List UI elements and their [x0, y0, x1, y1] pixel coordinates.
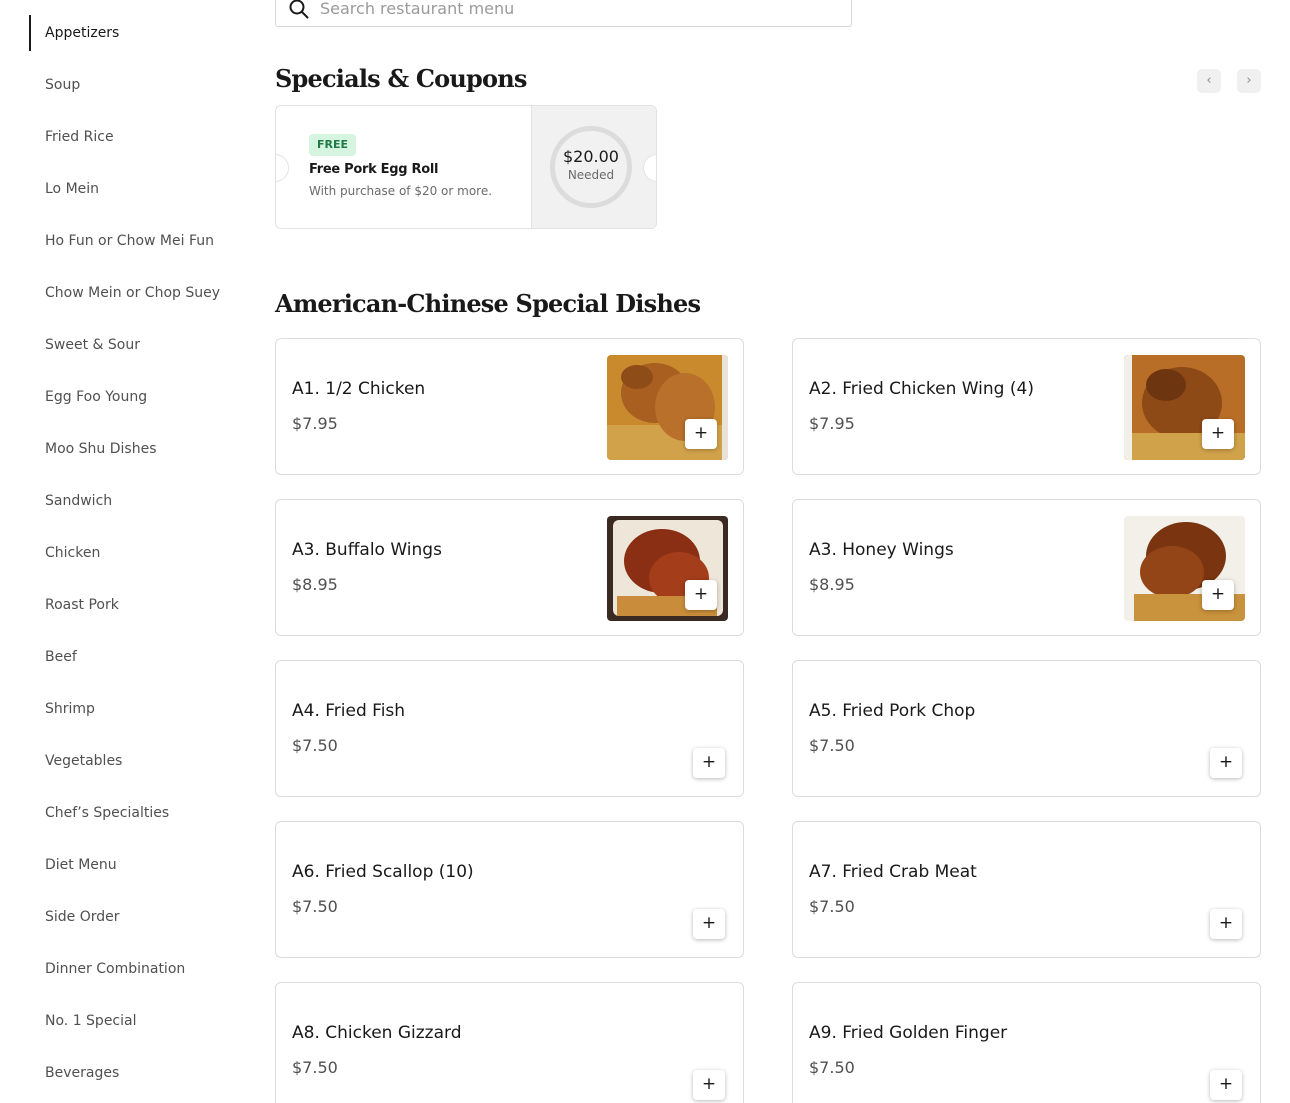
section-title: American-Chinese Special Dishes	[275, 289, 701, 318]
add-item-button[interactable]: +	[685, 580, 717, 610]
menu-item-name: A9. Fried Golden Finger	[809, 1023, 1008, 1043]
menu-item-card[interactable]: A9. Fried Golden Finger $7.50 +	[792, 982, 1261, 1103]
sidebar-item-roast-pork[interactable]: Roast Pork	[29, 587, 119, 623]
add-item-button[interactable]: +	[1210, 748, 1242, 778]
menu-item-price: $7.50	[809, 736, 855, 755]
menu-item-card[interactable]: A2. Fried Chicken Wing (4) $7.95 +	[792, 338, 1261, 475]
menu-item-price: $7.50	[292, 897, 338, 916]
sidebar-item-shrimp[interactable]: Shrimp	[29, 691, 95, 727]
add-item-button[interactable]: +	[1210, 1070, 1242, 1100]
sidebar-item-diet-menu[interactable]: Diet Menu	[29, 847, 117, 883]
menu-item-price: $7.95	[292, 414, 338, 433]
sidebar-item-moo-shu[interactable]: Moo Shu Dishes	[29, 431, 157, 467]
sidebar-item-side-order[interactable]: Side Order	[29, 899, 120, 935]
menu-item-price: $8.95	[809, 575, 855, 594]
chevron-right-icon: ›	[1246, 73, 1252, 88]
menu-item-card[interactable]: A8. Chicken Gizzard $7.50 +	[275, 982, 744, 1103]
menu-page: Appetizers Soup Fried Rice Lo Mein Ho Fu…	[0, 0, 1290, 1103]
menu-item-name: A8. Chicken Gizzard	[292, 1023, 462, 1043]
menu-item-card[interactable]: A3. Buffalo Wings $8.95 +	[275, 499, 744, 636]
coupon-description: With purchase of $20 or more.	[309, 184, 493, 198]
sidebar-item-sandwich[interactable]: Sandwich	[29, 483, 112, 519]
specials-prev-button[interactable]: ‹	[1197, 69, 1221, 93]
add-item-button[interactable]: +	[1202, 419, 1234, 449]
menu-item-price: $7.50	[292, 1058, 338, 1077]
sidebar-item-vegetables[interactable]: Vegetables	[29, 743, 122, 779]
coupon-card[interactable]: FREE Free Pork Egg Roll With purchase of…	[275, 105, 657, 229]
add-item-button[interactable]: +	[693, 909, 725, 939]
sidebar-item-chefs-specialties[interactable]: Chef’s Specialties	[29, 795, 169, 831]
add-item-button[interactable]: +	[693, 1070, 725, 1100]
coupon-badge: FREE	[309, 134, 357, 156]
menu-item-card[interactable]: A4. Fried Fish $7.50 +	[275, 660, 744, 797]
add-item-button[interactable]: +	[685, 419, 717, 449]
coupon-progress-ring: $20.00 Needed	[550, 126, 632, 208]
sidebar-item-chow-mein[interactable]: Chow Mein or Chop Suey	[29, 275, 220, 311]
menu-item-card[interactable]: A3. Honey Wings $8.95 +	[792, 499, 1261, 636]
specials-next-button[interactable]: ›	[1237, 69, 1261, 93]
menu-item-name: A6. Fried Scallop (10)	[292, 862, 474, 882]
coupon-amount-label: Needed	[567, 168, 615, 182]
menu-item-name: A2. Fried Chicken Wing (4)	[809, 379, 1034, 399]
sidebar-item-fried-rice[interactable]: Fried Rice	[29, 119, 114, 155]
menu-item-price: $7.50	[809, 1058, 855, 1077]
sidebar-item-egg-foo-young[interactable]: Egg Foo Young	[29, 379, 147, 415]
coupon-progress-panel: $20.00 Needed	[531, 106, 656, 228]
menu-item-price: $7.50	[292, 736, 338, 755]
menu-item-name: A3. Honey Wings	[809, 540, 954, 560]
add-item-button[interactable]: +	[1202, 580, 1234, 610]
search-bar	[275, 0, 852, 27]
sidebar-item-no-1-special[interactable]: No. 1 Special	[29, 1003, 137, 1039]
menu-item-card[interactable]: A5. Fried Pork Chop $7.50 +	[792, 660, 1261, 797]
specials-title: Specials & Coupons	[275, 64, 527, 93]
add-item-button[interactable]: +	[693, 748, 725, 778]
sidebar-item-dinner-combination[interactable]: Dinner Combination	[29, 951, 185, 987]
coupon-title: Free Pork Egg Roll	[309, 162, 439, 177]
sidebar-item-lo-mein[interactable]: Lo Mein	[29, 171, 99, 207]
sidebar-item-ho-fun[interactable]: Ho Fun or Chow Mei Fun	[29, 223, 214, 259]
coupon-notch-left	[276, 154, 289, 182]
menu-item-name: A3. Buffalo Wings	[292, 540, 442, 560]
sidebar-item-beef[interactable]: Beef	[29, 639, 77, 675]
menu-item-name: A1. 1/2 Chicken	[292, 379, 426, 399]
menu-item-name: A5. Fried Pork Chop	[809, 701, 976, 721]
search-icon	[289, 0, 309, 19]
search-input[interactable]	[318, 0, 842, 21]
chevron-left-icon: ‹	[1206, 73, 1212, 88]
menu-item-card[interactable]: A1. 1/2 Chicken $7.95 +	[275, 338, 744, 475]
sidebar-item-appetizers[interactable]: Appetizers	[29, 15, 119, 51]
sidebar-item-beverages[interactable]: Beverages	[29, 1055, 119, 1091]
add-item-button[interactable]: +	[1210, 909, 1242, 939]
menu-item-price: $7.95	[809, 414, 855, 433]
menu-item-card[interactable]: A7. Fried Crab Meat $7.50 +	[792, 821, 1261, 958]
menu-item-price: $8.95	[292, 575, 338, 594]
menu-item-card[interactable]: A6. Fried Scallop (10) $7.50 +	[275, 821, 744, 958]
sidebar-item-sweet-sour[interactable]: Sweet & Sour	[29, 327, 140, 363]
menu-item-price: $7.50	[809, 897, 855, 916]
sidebar-item-chicken[interactable]: Chicken	[29, 535, 100, 571]
sidebar-item-soup[interactable]: Soup	[29, 67, 80, 103]
menu-item-name: A4. Fried Fish	[292, 701, 406, 721]
coupon-amount: $20.00	[563, 147, 619, 166]
menu-item-name: A7. Fried Crab Meat	[809, 862, 977, 882]
